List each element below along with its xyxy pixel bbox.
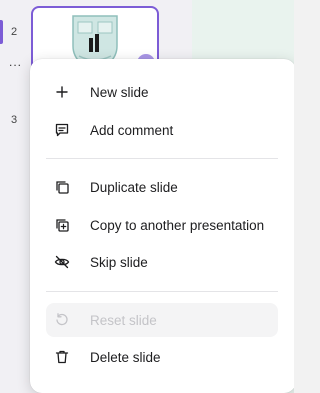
menu-item-label: New slide	[90, 84, 149, 100]
reset-slide-menu-item[interactable]: Reset slide	[46, 303, 278, 337]
copy-to-presentation-icon	[54, 217, 70, 233]
menu-item-label: Skip slide	[90, 254, 148, 270]
menu-item-label: Reset slide	[90, 312, 157, 328]
new-slide-menu-item[interactable]: New slide	[46, 75, 278, 109]
menu-divider	[46, 158, 278, 159]
active-slide-indicator	[0, 20, 3, 44]
eye-off-icon	[54, 254, 70, 270]
app: 2 ... 3 New slide Add comment Duplicate …	[0, 0, 294, 393]
delete-slide-menu-item[interactable]: Delete slide	[46, 340, 278, 374]
slide-number: 2	[11, 26, 18, 38]
skip-slide-menu-item[interactable]: Skip slide	[46, 245, 278, 279]
menu-item-label: Duplicate slide	[90, 179, 178, 195]
menu-divider	[46, 291, 278, 292]
duplicate-slide-menu-item[interactable]: Duplicate slide	[46, 170, 278, 204]
menu-item-label: Delete slide	[90, 349, 161, 365]
copy-to-another-presentation-menu-item[interactable]: Copy to another presentation	[46, 208, 278, 242]
slide-more-options-button[interactable]: ...	[9, 56, 22, 68]
duplicate-icon	[54, 179, 70, 195]
menu-item-label: Copy to another presentation	[90, 217, 265, 233]
reset-icon	[54, 312, 70, 328]
plus-icon	[54, 84, 70, 100]
comment-icon	[54, 122, 70, 138]
menu-item-label: Add comment	[90, 122, 174, 138]
slide-number: 3	[11, 114, 18, 126]
trash-icon	[54, 349, 70, 365]
slide-context-menu: New slide Add comment Duplicate slide Co…	[30, 59, 294, 393]
add-comment-menu-item[interactable]: Add comment	[46, 113, 278, 147]
